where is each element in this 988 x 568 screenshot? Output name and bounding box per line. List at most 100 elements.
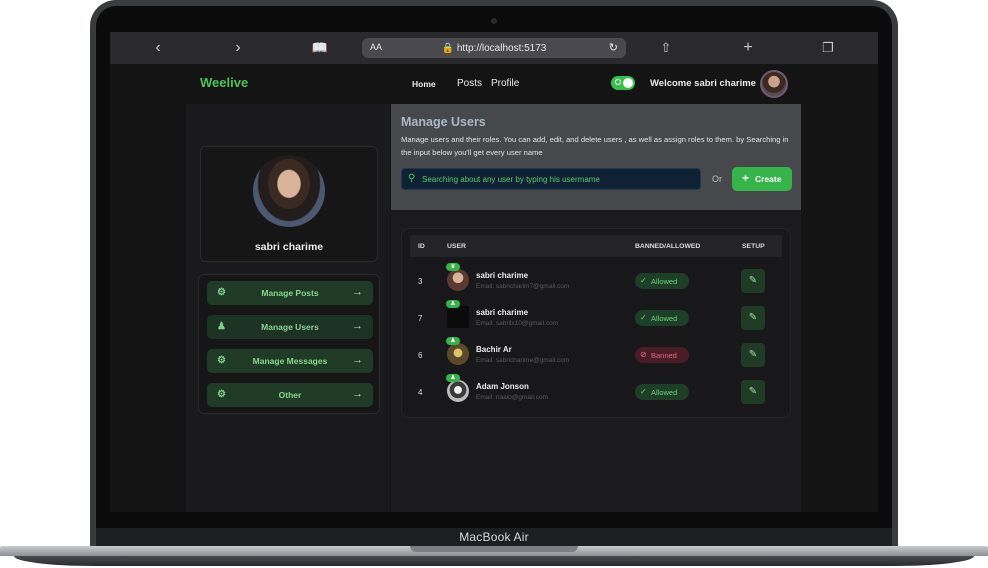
create-user-button[interactable]: + Create — [732, 167, 792, 191]
sidebar: sabri charime ⚙ Manage Posts → ♟ Manage … — [186, 104, 390, 512]
edit-icon: ✎ — [748, 312, 758, 323]
status-badge: ✓ Allowed — [635, 273, 689, 289]
nav-home[interactable]: Home — [412, 79, 436, 89]
forward-icon[interactable]: › — [228, 38, 248, 58]
table-row: 3 ♛ sabri charime Email: sabricharim7@gm… — [410, 263, 782, 299]
nav-profile[interactable]: Profile — [491, 78, 519, 89]
new-tab-icon[interactable]: + — [738, 38, 758, 58]
welcome-text: Welcome sabri charime — [650, 78, 756, 89]
search-input[interactable]: ⚲ Searching about any user by typing his… — [401, 168, 701, 190]
user-check-icon: ✓ — [640, 387, 647, 396]
user-badge-icon: ♟ — [446, 337, 460, 345]
user-avatar — [447, 306, 469, 328]
back-icon[interactable]: ‹ — [148, 38, 168, 58]
theme-toggle[interactable] — [611, 76, 635, 90]
device-label: MacBook Air — [459, 530, 529, 544]
arrow-right-icon: → — [352, 354, 363, 366]
edit-icon: ✎ — [748, 349, 758, 360]
user-name: sabri charime — [476, 308, 529, 317]
page-description: Manage users and their roles. You can ad… — [401, 135, 789, 157]
sidebar-item-manage-users[interactable]: ♟ Manage Users → — [207, 315, 373, 339]
header-user: USER — [447, 243, 466, 250]
status-badge: ⊘ Banned — [635, 347, 689, 363]
header-setup: SETUP — [742, 243, 765, 250]
table-header: ID USER BANNED/ALLOWED SETUP — [410, 235, 782, 257]
ban-icon: ⊘ — [640, 350, 647, 359]
arrow-right-icon: → — [352, 388, 363, 400]
table-row: 4 ♟ Adam Jonson Email: naaio@gmail.com ✓… — [410, 374, 782, 410]
status-badge: ✓ Allowed — [635, 310, 689, 326]
user-id: 6 — [418, 351, 423, 360]
reload-icon[interactable]: ↻ — [609, 41, 618, 54]
search-icon: ⚲ — [408, 173, 416, 184]
main-content: Manage Users Manage users and their role… — [391, 104, 801, 512]
sidebar-item-other[interactable]: ⚙ Other → — [207, 383, 373, 407]
camera — [491, 18, 497, 24]
plus-icon: + — [742, 171, 750, 185]
crown-icon: ♛ — [446, 263, 460, 271]
user-email: Email: sabricharim7@gmail.com — [476, 283, 570, 290]
edit-icon: ✎ — [748, 275, 758, 286]
user-email: Email: sabrilx10@gmail.com — [476, 320, 559, 327]
sidebar-item-manage-messages[interactable]: ⚙ Manage Messages → — [207, 349, 373, 373]
screen: ‹ › 📖 AA 🔒 http://localhost:5173 ↻ ⇧ + ❐… — [110, 32, 878, 512]
sun-icon — [615, 79, 621, 85]
arrow-right-icon: → — [352, 320, 363, 332]
manage-users-header: Manage Users Manage users and their role… — [391, 104, 801, 210]
header-avatar[interactable] — [760, 70, 788, 98]
user-avatar — [447, 269, 469, 291]
header-status: BANNED/ALLOWED — [635, 243, 701, 250]
user-badge-icon: ♟ — [446, 374, 460, 382]
user-name: sabri charime — [476, 271, 529, 280]
sidebar-item-manage-posts[interactable]: ⚙ Manage Posts → — [207, 281, 373, 305]
url-text: 🔒 http://localhost:5173 — [362, 43, 626, 54]
user-check-icon: ✓ — [640, 276, 647, 285]
status-badge: ✓ Allowed — [635, 384, 689, 400]
users-table: ID USER BANNED/ALLOWED SETUP 3 ♛ sabri c… — [401, 228, 791, 418]
edit-icon: ✎ — [748, 386, 758, 397]
header-id: ID — [418, 243, 425, 250]
sidebar-menu: ⚙ Manage Posts → ♟ Manage Users → ⚙ Mana… — [198, 274, 380, 414]
brand-logo[interactable]: Weelive — [200, 75, 248, 90]
edit-user-button[interactable]: ✎ — [741, 306, 765, 330]
laptop-base — [0, 546, 988, 568]
browser-toolbar: ‹ › 📖 AA 🔒 http://localhost:5173 ↻ ⇧ + ❐ — [110, 32, 878, 64]
base-bottom — [14, 556, 974, 566]
create-label: Create — [755, 174, 782, 184]
profile-avatar — [253, 155, 325, 227]
or-label: Or — [712, 174, 722, 184]
share-icon[interactable]: ⇧ — [656, 38, 676, 58]
edit-user-button[interactable]: ✎ — [741, 343, 765, 367]
url-value: http://localhost:5173 — [456, 43, 547, 54]
user-email: Email: naaio@gmail.com — [476, 394, 548, 401]
arrow-right-icon: → — [352, 286, 363, 298]
sidebar-item-label: Manage Posts — [261, 288, 319, 298]
tabs-icon[interactable]: ❐ — [818, 38, 838, 58]
user-name: Adam Jonson — [476, 382, 529, 391]
sidebar-item-label: Manage Messages — [252, 356, 328, 366]
user-name: Bachir Ar — [476, 345, 512, 354]
nav-posts[interactable]: Posts — [457, 78, 482, 89]
user-id: 4 — [418, 388, 423, 397]
base-notch — [410, 546, 578, 552]
right-gutter — [801, 104, 878, 512]
user-avatar — [447, 380, 469, 402]
sidebar-item-label: Manage Users — [261, 322, 319, 332]
user-id: 3 — [418, 277, 423, 286]
edit-user-button[interactable]: ✎ — [741, 269, 765, 293]
table-row: 6 ♟ Bachir Ar Email: sabricharime@gmail.… — [410, 337, 782, 373]
edit-user-button[interactable]: ✎ — [741, 380, 765, 404]
user-email: Email: sabricharime@gmail.com — [476, 357, 570, 364]
profile-card: sabri charime — [200, 146, 378, 262]
user-id: 7 — [418, 314, 423, 323]
user-avatar — [447, 343, 469, 365]
profile-name: sabri charime — [254, 241, 324, 253]
sidebar-item-label: Other — [278, 390, 302, 400]
app: Weelive Home Posts Profile Welcome sabri… — [110, 64, 878, 512]
bookmarks-icon[interactable]: 📖 — [310, 38, 330, 58]
user-badge-icon: ♟ — [446, 300, 460, 308]
url-bar[interactable]: AA 🔒 http://localhost:5173 ↻ — [362, 38, 626, 58]
lock-icon: 🔒 — [441, 43, 455, 54]
table-row: 7 ♟ sabri charime Email: sabrilx10@gmail… — [410, 300, 782, 336]
search-placeholder: Searching about any user by typing his u… — [422, 175, 600, 184]
